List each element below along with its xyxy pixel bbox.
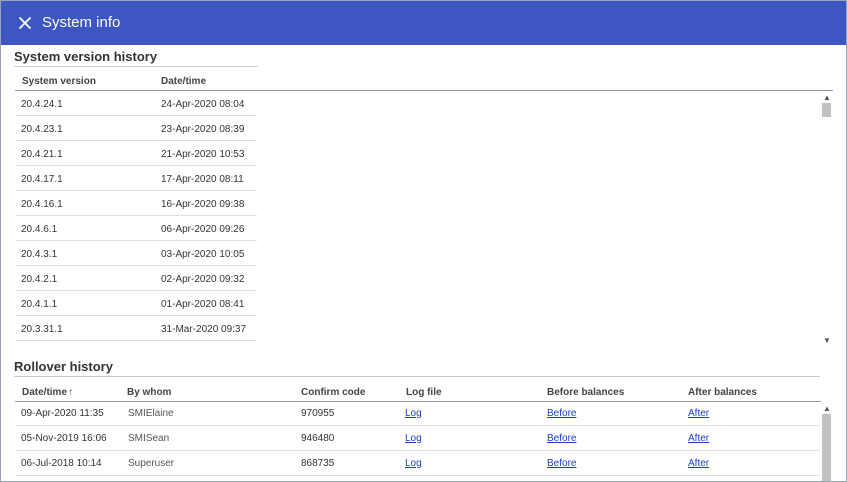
datetime-cell: 06-Apr-2020 09:26 xyxy=(161,224,245,235)
title-bar: System info xyxy=(1,1,846,45)
after-balances-link[interactable]: After xyxy=(688,458,709,469)
rollover-table-body: 09-Apr-2020 11:35 SMIElaine 970955 Log Befor… xyxy=(15,401,821,481)
dialog-title: System info xyxy=(42,14,121,31)
column-header-by-whom[interactable]: By whom xyxy=(127,387,171,398)
datetime-cell: 23-Apr-2020 08:39 xyxy=(161,124,245,135)
column-header-system-version[interactable]: System version xyxy=(22,76,96,87)
before-balances-link[interactable]: Before xyxy=(547,433,576,444)
system-info-dialog: System info System version history Syste… xyxy=(0,0,847,482)
datetime-cell: 01-Apr-2020 08:41 xyxy=(161,299,245,310)
rollover-history-title-underline xyxy=(14,376,820,377)
rollover-datetime-cell: 05-Nov-2019 16:06 xyxy=(21,433,107,444)
table-row[interactable]: 20.4.16.1 16-Apr-2020 09:38 xyxy=(15,191,257,216)
after-balances-link[interactable]: After xyxy=(688,433,709,444)
datetime-cell: 03-Apr-2020 10:05 xyxy=(161,249,245,260)
system-version-cell: 20.4.24.1 xyxy=(21,99,63,110)
version-table-header: System version Date/time xyxy=(15,76,257,90)
rollover-history-title: Rollover history xyxy=(14,359,113,374)
scroll-up-arrow-icon[interactable]: ▲ xyxy=(823,94,831,102)
table-row[interactable]: 20.4.1.1 01-Apr-2020 08:41 xyxy=(15,291,257,316)
system-version-cell: 20.4.3.1 xyxy=(21,249,58,260)
table-row[interactable]: 20.4.21.1 21-Apr-2020 10:53 xyxy=(15,141,257,166)
rollover-table-header: Date/time ↑ By whom Confirm code Log file… xyxy=(15,387,821,401)
by-whom-cell: SMIElaine xyxy=(128,408,174,419)
by-whom-cell: SMISean xyxy=(128,433,170,444)
datetime-cell: 02-Apr-2020 09:32 xyxy=(161,274,245,285)
column-header-confirm-code[interactable]: Confirm code xyxy=(301,387,365,398)
version-history-title: System version history xyxy=(14,49,158,64)
column-header-rollover-datetime[interactable]: Date/time ↑ xyxy=(22,387,73,398)
scrollbar-thumb[interactable] xyxy=(822,414,831,481)
system-version-cell: 20.4.17.1 xyxy=(21,174,63,185)
confirm-code-cell: 970955 xyxy=(301,408,335,419)
table-row[interactable]: 20.4.17.1 17-Apr-2020 08:11 xyxy=(15,166,257,191)
system-version-cell: 20.4.6.1 xyxy=(21,224,58,235)
datetime-cell: 17-Apr-2020 08:11 xyxy=(161,174,244,185)
after-balances-link[interactable]: After xyxy=(688,408,709,419)
scroll-down-arrow-icon[interactable]: ▼ xyxy=(823,337,831,345)
before-balances-link[interactable]: Before xyxy=(547,458,576,469)
before-balances-link[interactable]: Before xyxy=(547,408,576,419)
column-header-after-balances[interactable]: After balances xyxy=(688,387,757,398)
column-header-rollover-datetime-label: Date/time xyxy=(22,387,68,398)
table-row[interactable]: 06-Jul-2018 10:14 Superuser 868735 Log Befor… xyxy=(15,451,821,476)
sort-ascending-icon: ↑ xyxy=(68,387,74,398)
rollover-table-scrollbar[interactable]: ▲ xyxy=(820,402,833,481)
datetime-cell: 24-Apr-2020 08:04 xyxy=(161,99,245,110)
table-row[interactable]: 20.3.31.1 31-Mar-2020 09:37 xyxy=(15,316,257,341)
column-header-before-balances[interactable]: Before balances xyxy=(547,387,624,398)
log-link[interactable]: Log xyxy=(405,458,422,469)
close-icon[interactable] xyxy=(15,13,35,33)
datetime-cell: 21-Apr-2020 10:53 xyxy=(161,149,245,160)
log-link[interactable]: Log xyxy=(405,408,422,419)
version-history-title-underline xyxy=(14,66,258,67)
table-row[interactable]: 20.4.2.1 02-Apr-2020 09:32 xyxy=(15,266,257,291)
system-version-cell: 20.4.23.1 xyxy=(21,124,63,135)
table-row[interactable]: 05-Nov-2019 16:06 SMISean 946480 Log Before A… xyxy=(15,426,821,451)
confirm-code-cell: 946480 xyxy=(301,433,335,444)
datetime-cell: 16-Apr-2020 09:38 xyxy=(161,199,245,210)
version-table-scrollbar[interactable]: ▲ ▼ xyxy=(819,91,833,348)
rollover-datetime-cell: 06-Jul-2018 10:14 xyxy=(21,458,102,469)
confirm-code-cell: 868735 xyxy=(301,458,335,469)
column-header-log-file[interactable]: Log file xyxy=(406,387,442,398)
column-header-datetime[interactable]: Date/time xyxy=(161,76,206,87)
scrollbar-thumb[interactable] xyxy=(822,103,831,117)
by-whom-cell: Superuser xyxy=(128,458,175,469)
system-version-cell: 20.4.21.1 xyxy=(21,149,63,160)
table-row[interactable]: 20.4.6.1 06-Apr-2020 09:26 xyxy=(15,216,257,241)
rollover-datetime-cell: 09-Apr-2020 11:35 xyxy=(21,408,104,419)
log-link[interactable]: Log xyxy=(405,433,422,444)
table-row[interactable]: 09-Apr-2020 11:35 SMIElaine 970955 Log Befor… xyxy=(15,401,821,426)
version-table-body: 20.4.24.1 24-Apr-2020 08:04 20.4.23.1 23-Ap… xyxy=(15,91,257,343)
table-row[interactable]: 20.4.24.1 24-Apr-2020 08:04 xyxy=(15,91,257,116)
system-version-cell: 20.3.31.1 xyxy=(21,324,63,335)
system-version-cell: 20.4.1.1 xyxy=(21,299,58,310)
system-version-cell: 20.4.16.1 xyxy=(21,199,63,210)
table-row[interactable]: 20.4.23.1 23-Apr-2020 08:39 xyxy=(15,116,257,141)
datetime-cell: 31-Mar-2020 09:37 xyxy=(161,324,247,335)
scroll-up-arrow-icon[interactable]: ▲ xyxy=(823,405,831,413)
system-version-cell: 20.4.2.1 xyxy=(21,274,58,285)
table-row[interactable]: 20.4.3.1 03-Apr-2020 10:05 xyxy=(15,241,257,266)
